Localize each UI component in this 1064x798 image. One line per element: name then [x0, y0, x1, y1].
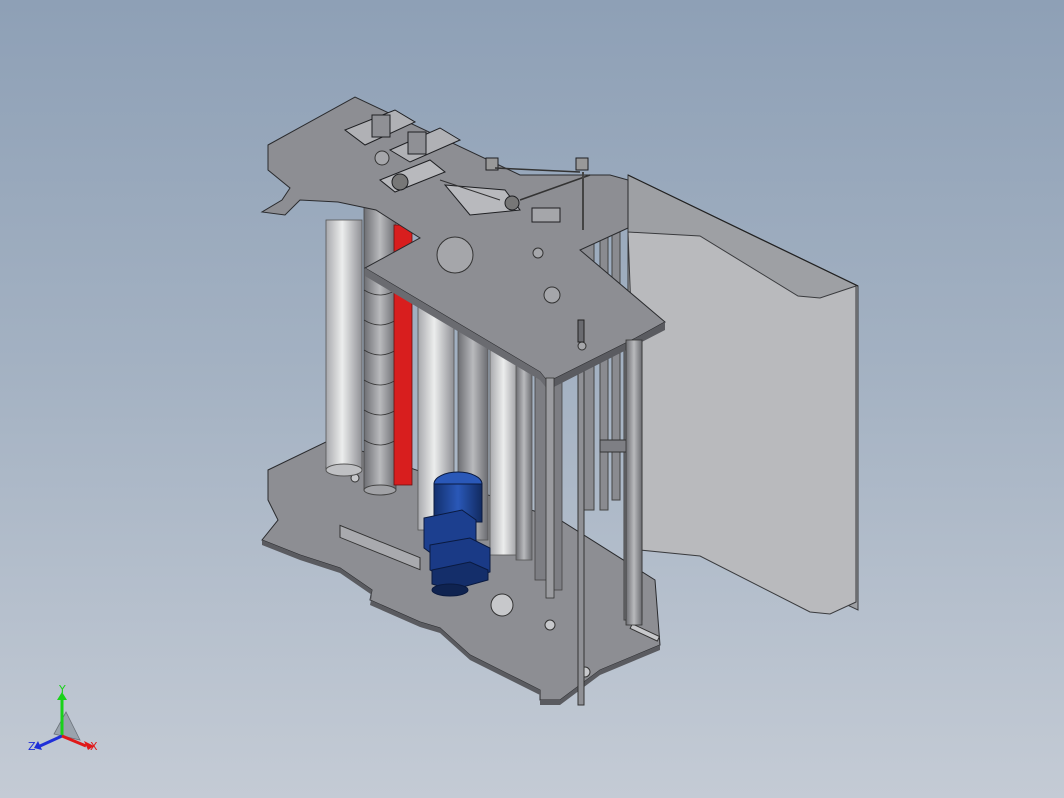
cad-viewport[interactable]: Y Z X: [0, 0, 1064, 798]
y-axis-label: Y: [58, 684, 66, 696]
orientation-triad[interactable]: Y Z X: [24, 683, 114, 764]
x-axis-label: X: [90, 740, 98, 753]
z-axis-label: Z: [28, 740, 36, 753]
side-panel: [627, 174, 859, 615]
z-axis-arrow: [39, 734, 63, 748]
axis-triad-icon: Y Z X: [28, 683, 98, 753]
machine-assembly-model[interactable]: [0, 0, 1064, 798]
